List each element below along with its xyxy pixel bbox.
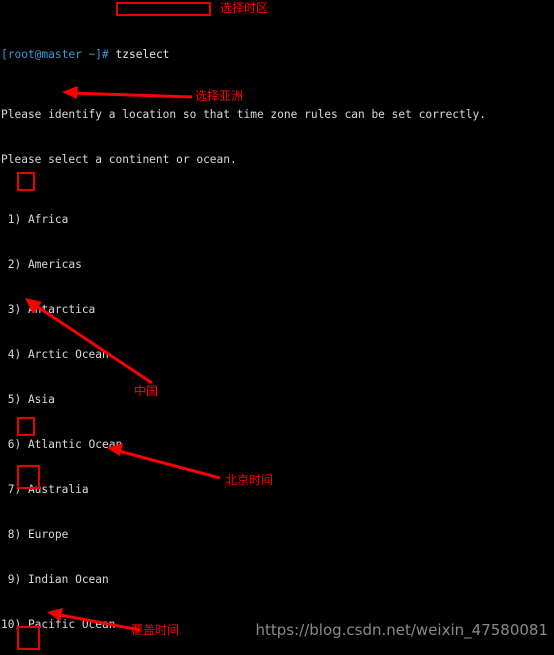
continent-option[interactable]: 2) Americas: [1, 257, 554, 272]
terminal-output[interactable]: [root@master ~]# tzselect Please identif…: [0, 0, 554, 655]
annotation-select-timezone: 选择时区: [220, 1, 269, 15]
continent-option[interactable]: 6) Atlantic Ocean: [1, 437, 554, 452]
continent-option[interactable]: 7) Australia: [1, 482, 554, 497]
annotation-beijing-time: 北京时间: [225, 473, 274, 487]
continent-option[interactable]: 3) Antarctica: [1, 302, 554, 317]
shell-prompt: [root@master ~]#: [1, 48, 109, 61]
continent-option[interactable]: 1) Africa: [1, 212, 554, 227]
annotation-select-asia: 选择亚洲: [195, 89, 244, 103]
continent-option[interactable]: 9) Indian Ocean: [1, 572, 554, 587]
typed-command: tzselect: [115, 48, 170, 61]
intro-line-1: Please identify a location so that time …: [1, 108, 486, 121]
continent-option[interactable]: 4) Arctic Ocean: [1, 347, 554, 362]
terminal-window: [root@master ~]# tzselect Please identif…: [0, 0, 554, 655]
annotation-select-china: 中国: [134, 384, 159, 398]
continent-option[interactable]: 8) Europe: [1, 527, 554, 542]
intro-line-2: Please select a continent or ocean.: [1, 153, 237, 166]
watermark: https://blog.csdn.net/weixin_47580081: [255, 621, 548, 639]
annotation-overwrite-time: 覆盖时间: [131, 623, 180, 637]
shell-prompt-line: [root@master ~]# tzselect: [1, 47, 554, 62]
continent-option-asia[interactable]: 5) Asia: [1, 392, 554, 407]
